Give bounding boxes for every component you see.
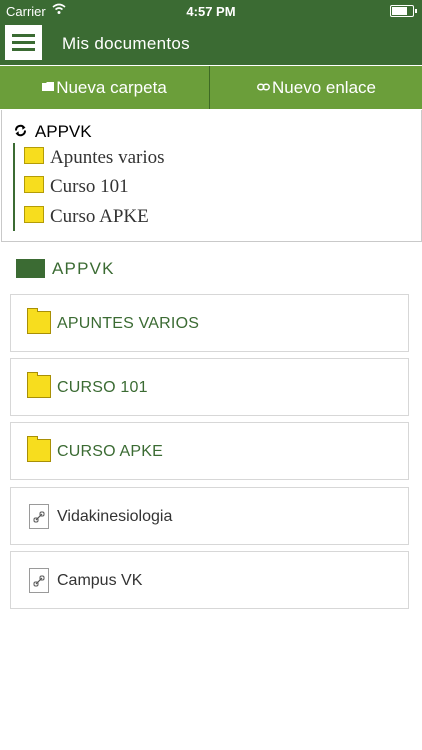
- list-item-label: CURSO 101: [57, 379, 148, 396]
- list-item-label: CURSO APKE: [57, 443, 164, 460]
- battery-icon: [390, 5, 417, 17]
- document-link-icon: [29, 504, 49, 529]
- new-link-label: Nuevo enlace: [272, 77, 376, 97]
- section-swatch: [16, 259, 45, 278]
- folder-icon: [24, 147, 44, 164]
- new-folder-button[interactable]: Nueva carpeta: [0, 66, 210, 109]
- page-title: Mis documentos: [62, 34, 190, 53]
- new-folder-label: Nueva carpeta: [56, 77, 167, 97]
- menu-icon[interactable]: [5, 25, 42, 60]
- list-item-label: Vidakinesiologia: [57, 508, 173, 525]
- status-bar: Carrier 4:57 PM: [0, 0, 422, 22]
- clock: 4:57 PM: [186, 4, 236, 19]
- list-item[interactable]: CURSO APKE: [10, 422, 409, 480]
- document-link-icon: [29, 568, 49, 593]
- new-link-button[interactable]: Nuevo enlace: [211, 66, 422, 109]
- section-title: APPVK: [52, 259, 115, 278]
- folder-icon: [42, 81, 55, 94]
- list-item[interactable]: APUNTES VARIOS: [10, 294, 409, 352]
- folder-icon: [24, 176, 44, 193]
- folder-icon: [24, 206, 44, 223]
- folder-icon: [27, 436, 51, 462]
- tree-item[interactable]: Curso 101: [24, 176, 129, 198]
- tree-root-label: APPVK: [34, 122, 92, 141]
- list-item[interactable]: Vidakinesiologia: [10, 487, 409, 545]
- folder-tree: APPVK Apuntes varios Curso 101 Curso APK…: [1, 110, 422, 242]
- tree-item[interactable]: Curso APKE: [24, 206, 149, 228]
- app-header: Mis documentos: [0, 22, 422, 65]
- list-item-label: Campus VK: [57, 572, 143, 589]
- tree-guide-line: [13, 143, 15, 231]
- action-bar: Nueva carpeta Nuevo enlace: [0, 66, 422, 109]
- tree-item-label: Curso 101: [50, 176, 129, 197]
- tree-item-label: Curso APKE: [50, 206, 149, 227]
- tree-root[interactable]: APPVK: [14, 122, 92, 142]
- list-item-label: APUNTES VARIOS: [57, 315, 200, 332]
- list-item[interactable]: Campus VK: [10, 551, 409, 609]
- folder-icon: [27, 372, 51, 398]
- tree-item-label: Apuntes varios: [50, 147, 165, 168]
- sync-icon: [14, 124, 31, 140]
- list-item[interactable]: CURSO 101: [10, 358, 409, 416]
- link-icon: [257, 82, 270, 94]
- folder-icon: [27, 308, 51, 334]
- tree-item[interactable]: Apuntes varios: [24, 147, 165, 169]
